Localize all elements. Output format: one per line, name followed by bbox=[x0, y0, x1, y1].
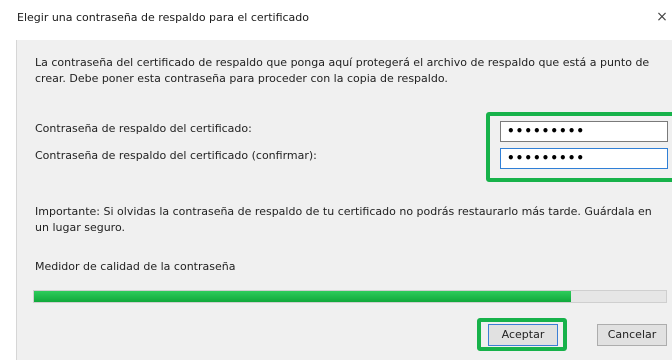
important-note: Importante: Si olvidas la contraseña de … bbox=[35, 205, 652, 234]
password-quality-fill bbox=[34, 291, 572, 302]
close-icon[interactable]: × bbox=[655, 9, 669, 25]
accept-button-highlight bbox=[477, 318, 567, 351]
intro-text: La contraseña del certificado de respald… bbox=[35, 56, 650, 85]
password-fields-highlight bbox=[486, 112, 672, 182]
title-bar: Elegir una contraseña de respaldo para e… bbox=[0, 0, 672, 40]
dialog-content: La contraseña del certificado de respald… bbox=[17, 40, 672, 360]
cancel-button[interactable]: Cancelar bbox=[597, 324, 667, 346]
password-label: Contraseña de respaldo del certificado: bbox=[35, 122, 252, 135]
dialog-title: Elegir una contraseña de respaldo para e… bbox=[17, 11, 309, 24]
confirm-password-label: Contraseña de respaldo del certificado (… bbox=[35, 149, 317, 162]
password-quality-meter bbox=[33, 290, 667, 303]
password-quality-label: Medidor de calidad de la contraseña bbox=[35, 260, 236, 273]
